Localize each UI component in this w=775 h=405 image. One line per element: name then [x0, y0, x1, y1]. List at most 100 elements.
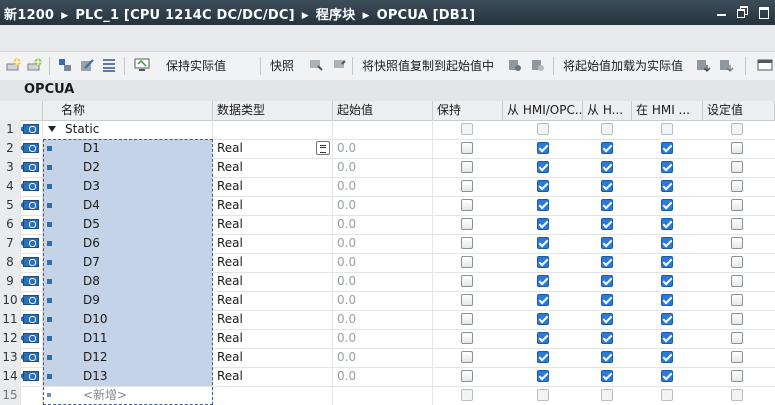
from-h-checkbox[interactable]: [601, 332, 613, 344]
start-value-cell[interactable]: 0.0: [333, 158, 433, 177]
retain-checkbox[interactable]: [461, 332, 473, 344]
hmi-opc-checkbox[interactable]: [537, 294, 549, 306]
from-h-checkbox[interactable]: [601, 180, 613, 192]
start-value-cell[interactable]: 0.0: [333, 215, 433, 234]
in-hmi-checkbox[interactable]: [661, 389, 673, 401]
start-value-cell[interactable]: 0.0: [333, 196, 433, 215]
snapshot-download-icon[interactable]: [308, 57, 324, 73]
col-header-hmi-opc[interactable]: 从 HMI/OPC...: [503, 101, 583, 120]
retain-checkbox[interactable]: [461, 123, 473, 135]
table-row[interactable]: 6 D5 Real 0.0: [0, 215, 775, 235]
name-cell[interactable]: Static: [43, 120, 213, 139]
col-header-retain[interactable]: 保持: [433, 101, 503, 120]
from-h-checkbox[interactable]: [601, 123, 613, 135]
setpoint-checkbox[interactable]: [731, 332, 743, 344]
start-value-cell[interactable]: 0.0: [333, 291, 433, 310]
retain-checkbox[interactable]: [461, 389, 473, 401]
in-hmi-checkbox[interactable]: [661, 199, 673, 211]
retain-checkbox[interactable]: [461, 161, 473, 173]
from-h-checkbox[interactable]: [601, 142, 613, 154]
setpoint-checkbox[interactable]: [731, 351, 743, 363]
float-window-icon[interactable]: [758, 6, 769, 19]
from-h-checkbox[interactable]: [601, 389, 613, 401]
in-hmi-checkbox[interactable]: [661, 123, 673, 135]
from-h-checkbox[interactable]: [601, 161, 613, 173]
hmi-opc-checkbox[interactable]: [537, 332, 549, 344]
name-cell[interactable]: <新增>: [43, 386, 213, 405]
type-cell[interactable]: Real: [213, 329, 333, 348]
start-value-cell[interactable]: 0.0: [333, 139, 433, 158]
in-hmi-checkbox[interactable]: [661, 256, 673, 268]
type-cell[interactable]: Real: [213, 158, 333, 177]
table-row[interactable]: 12 D11 Real 0.0: [0, 329, 775, 349]
start-value-cell[interactable]: 0.0: [333, 272, 433, 291]
insert-row-icon[interactable]: [27, 57, 43, 73]
table-row[interactable]: 13 D12 Real 0.0: [0, 348, 775, 368]
type-cell[interactable]: Real: [213, 367, 333, 386]
edit-icon[interactable]: [79, 57, 95, 73]
in-hmi-checkbox[interactable]: [661, 313, 673, 325]
hmi-opc-checkbox[interactable]: [537, 237, 549, 249]
type-cell[interactable]: [213, 386, 333, 405]
type-cell[interactable]: Real: [213, 253, 333, 272]
col-header-start-value[interactable]: 起始值: [333, 101, 433, 120]
hmi-opc-checkbox[interactable]: [537, 199, 549, 211]
table-row[interactable]: 9 D8 Real 0.0: [0, 272, 775, 292]
copy-icon[interactable]: [507, 57, 523, 73]
type-cell[interactable]: Real: [213, 348, 333, 367]
window-icon[interactable]: [757, 57, 773, 73]
hmi-opc-checkbox[interactable]: [537, 370, 549, 382]
retain-checkbox[interactable]: [461, 313, 473, 325]
collapse-all-icon[interactable]: [101, 57, 117, 73]
type-cell[interactable]: Real: [213, 139, 333, 158]
name-cell[interactable]: D12: [43, 348, 213, 367]
from-h-checkbox[interactable]: [601, 370, 613, 382]
restore-icon[interactable]: [737, 6, 748, 18]
hmi-opc-checkbox[interactable]: [537, 275, 549, 287]
in-hmi-checkbox[interactable]: [661, 180, 673, 192]
retain-checkbox[interactable]: [461, 256, 473, 268]
type-cell[interactable]: Real: [213, 177, 333, 196]
name-cell[interactable]: D3: [43, 177, 213, 196]
setpoint-checkbox[interactable]: [731, 180, 743, 192]
from-h-checkbox[interactable]: [601, 199, 613, 211]
name-cell[interactable]: D8: [43, 272, 213, 291]
name-cell[interactable]: D11: [43, 329, 213, 348]
table-row[interactable]: 10 D9 Real 0.0: [0, 291, 775, 311]
table-row[interactable]: 7 D6 Real 0.0: [0, 234, 775, 254]
type-cell[interactable]: Real: [213, 215, 333, 234]
col-header-name[interactable]: 名称: [43, 101, 213, 120]
add-row-icon[interactable]: [6, 57, 22, 73]
type-cell[interactable]: Real: [213, 234, 333, 253]
from-h-checkbox[interactable]: [601, 351, 613, 363]
table-row[interactable]: 14 D13 Real 0.0: [0, 367, 775, 387]
start-value-cell[interactable]: 0.0: [333, 348, 433, 367]
table-row[interactable]: 3 D2 Real 0.0: [0, 158, 775, 178]
copy-snapshot-to-start-button[interactable]: 将快照值复制到起始值中: [362, 56, 494, 76]
name-cell[interactable]: D2: [43, 158, 213, 177]
hmi-opc-checkbox[interactable]: [537, 142, 549, 154]
keep-actual-values-button[interactable]: 保持实际值: [166, 56, 226, 76]
hmi-opc-checkbox[interactable]: [537, 256, 549, 268]
load-all-icon[interactable]: [718, 57, 734, 73]
from-h-checkbox[interactable]: [601, 218, 613, 230]
start-value-cell[interactable]: 0.0: [333, 253, 433, 272]
name-cell[interactable]: D10: [43, 310, 213, 329]
type-picker-icon[interactable]: [316, 141, 330, 155]
hmi-opc-checkbox[interactable]: [537, 180, 549, 192]
expand-icon[interactable]: [57, 57, 73, 73]
table-row-new[interactable]: 15 <新增>: [0, 386, 775, 405]
table-row[interactable]: 8 D7 Real 0.0: [0, 253, 775, 273]
setpoint-checkbox[interactable]: [731, 313, 743, 325]
setpoint-checkbox[interactable]: [731, 218, 743, 230]
hmi-opc-checkbox[interactable]: [537, 218, 549, 230]
in-hmi-checkbox[interactable]: [661, 218, 673, 230]
start-value-cell[interactable]: [333, 386, 433, 405]
retain-checkbox[interactable]: [461, 275, 473, 287]
in-hmi-checkbox[interactable]: [661, 332, 673, 344]
paste-icon[interactable]: [530, 57, 546, 73]
name-cell[interactable]: D6: [43, 234, 213, 253]
start-value-cell[interactable]: 0.0: [333, 367, 433, 386]
setpoint-checkbox[interactable]: [731, 256, 743, 268]
from-h-checkbox[interactable]: [601, 275, 613, 287]
